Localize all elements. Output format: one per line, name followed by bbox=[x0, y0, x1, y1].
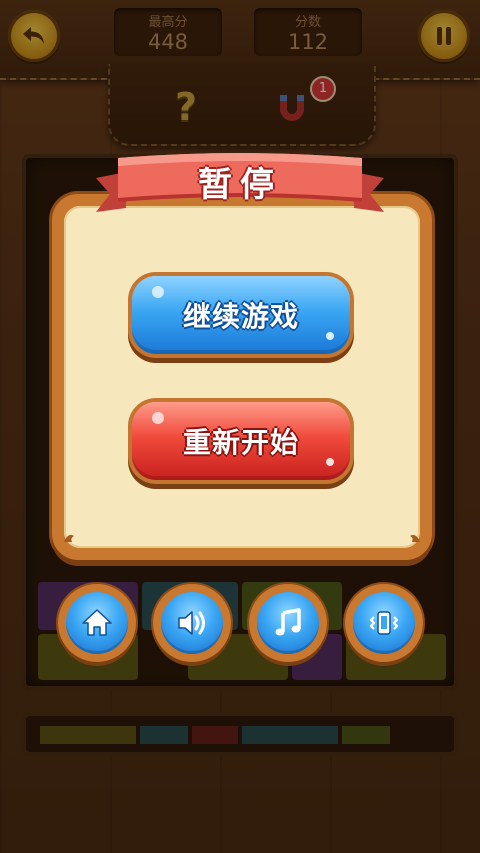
gloss-dot bbox=[152, 286, 164, 298]
gloss-dot bbox=[326, 458, 334, 466]
continue-game-label: 继续游戏 bbox=[182, 300, 299, 333]
continue-game-button[interactable]: 继续游戏 bbox=[132, 276, 350, 354]
vibrate-button-face bbox=[353, 592, 415, 654]
vibrate-icon bbox=[369, 611, 399, 635]
home-button-face bbox=[66, 592, 128, 654]
home-icon bbox=[82, 609, 112, 636]
vibrate-button[interactable] bbox=[345, 584, 423, 662]
music-button-face bbox=[257, 592, 319, 654]
restart-button[interactable]: 重新开始 bbox=[132, 402, 350, 480]
restart-label: 重新开始 bbox=[182, 426, 299, 459]
pause-dialog bbox=[52, 194, 432, 560]
gloss-dot bbox=[152, 412, 164, 424]
gloss-dot bbox=[326, 332, 334, 340]
corner-ornament-icon bbox=[64, 534, 74, 542]
music-button[interactable] bbox=[249, 584, 327, 662]
dialog-panel bbox=[64, 206, 420, 548]
sound-icon bbox=[178, 611, 205, 635]
sound-button[interactable] bbox=[153, 584, 231, 662]
home-button[interactable] bbox=[58, 584, 136, 662]
music-icon bbox=[275, 608, 301, 636]
corner-ornament-icon bbox=[410, 534, 420, 542]
sound-button-face bbox=[161, 592, 223, 654]
dialog-title: 暂停 bbox=[198, 165, 282, 205]
